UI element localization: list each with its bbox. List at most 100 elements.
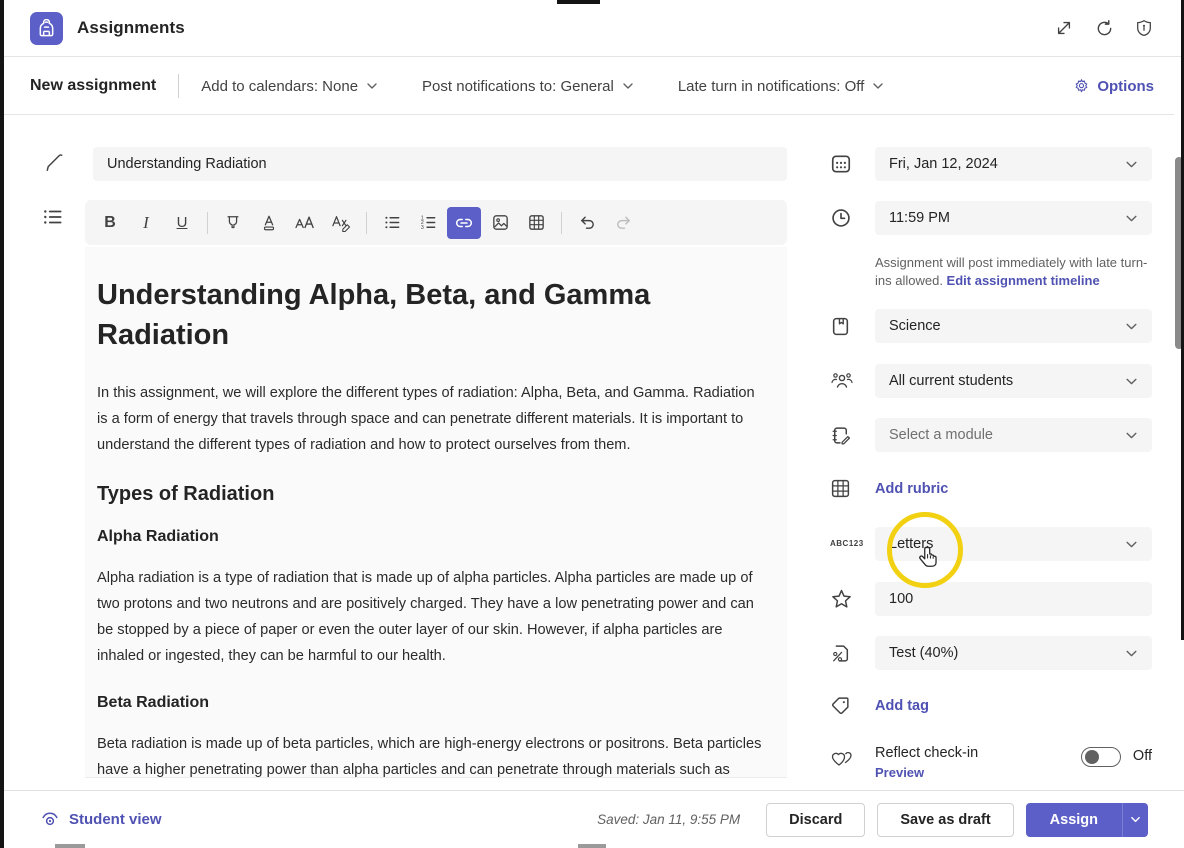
page-title: Assignments	[77, 18, 185, 38]
frame-mark-bottom-1	[55, 844, 85, 848]
divider	[178, 74, 179, 98]
timeline-note: Assignment will post immediately with la…	[875, 254, 1152, 289]
assignments-app-icon	[30, 12, 63, 45]
reflect-hearts-icon	[830, 748, 875, 780]
clock-icon	[830, 207, 875, 229]
footer-bar: Student view Saved: Jan 11, 9:55 PM Disc…	[0, 790, 1184, 848]
student-view-button[interactable]: Student view	[40, 810, 162, 830]
options-button[interactable]: Options	[1073, 78, 1154, 95]
chevron-down-icon	[1125, 212, 1138, 225]
underline-button[interactable]: U	[165, 207, 199, 239]
module-dropdown[interactable]: Select a module	[875, 418, 1152, 452]
refresh-icon[interactable]	[1092, 16, 1116, 40]
chevron-down-icon	[872, 80, 884, 92]
privacy-shield-icon[interactable]	[1132, 16, 1156, 40]
chevron-down-icon	[1125, 320, 1138, 333]
doc-heading-alpha: Alpha Radiation	[97, 528, 763, 546]
doc-alpha-paragraph: Alpha radiation is a type of radiation t…	[97, 566, 763, 670]
chevron-down-icon	[622, 80, 634, 92]
document-outline-icon[interactable]	[42, 206, 64, 228]
tag-icon	[830, 695, 875, 716]
assign-button[interactable]: Assign	[1026, 803, 1122, 837]
discard-button[interactable]: Discard	[766, 803, 865, 837]
insert-image-button[interactable]	[483, 207, 517, 239]
reflect-check-in-label: Reflect check-in	[875, 745, 978, 761]
weight-row: Test (40%)	[830, 636, 1152, 670]
grading-scheme-dropdown[interactable]: Letters	[875, 527, 1152, 561]
assignment-instructions-editor[interactable]: Understanding Alpha, Beta, and Gamma Rad…	[85, 247, 787, 778]
insert-link-button[interactable]	[447, 207, 481, 239]
edit-title-icon	[44, 153, 65, 174]
add-rubric-row[interactable]: Add rubric	[830, 478, 1152, 499]
due-time-dropdown[interactable]: 11:59 PM	[875, 201, 1152, 235]
add-to-calendars-dropdown[interactable]: Add to calendars: None	[201, 78, 378, 95]
class-notebook-icon	[830, 316, 875, 337]
doc-heading-beta: Beta Radiation	[97, 694, 763, 712]
insert-table-button[interactable]	[519, 207, 553, 239]
redo-button[interactable]	[606, 207, 640, 239]
grade-weight-icon	[830, 643, 875, 664]
save-as-draft-button[interactable]: Save as draft	[877, 803, 1013, 837]
chevron-down-icon	[1125, 538, 1138, 551]
expand-icon[interactable]	[1052, 16, 1076, 40]
points-star-icon	[830, 588, 875, 611]
doc-beta-paragraph: Beta radiation is made up of beta partic…	[97, 732, 763, 778]
grading-scheme-icon: ABC 123	[830, 540, 875, 549]
italic-button[interactable]: I	[129, 207, 163, 239]
frame-mark-bottom-2	[578, 844, 606, 848]
frame-border-top-segment	[557, 0, 600, 4]
backpack-icon	[37, 19, 56, 38]
bold-button[interactable]: B	[93, 207, 127, 239]
assign-to-dropdown[interactable]: All current students	[875, 364, 1152, 398]
due-date-dropdown[interactable]: Fri, Jan 12, 2024	[875, 147, 1152, 181]
add-tag-link[interactable]: Add tag	[875, 698, 929, 714]
post-notifications-dropdown[interactable]: Post notifications to: General	[422, 78, 634, 95]
doc-heading-1: Understanding Alpha, Beta, and Gamma Rad…	[97, 275, 763, 355]
chevron-down-icon	[1125, 647, 1138, 660]
svg-text:3: 3	[420, 225, 423, 231]
reflect-preview-link[interactable]: Preview	[875, 765, 978, 780]
chevron-down-icon	[1125, 429, 1138, 442]
doc-heading-2: Types of Radiation	[97, 483, 763, 506]
saved-timestamp: Saved: Jan 11, 9:55 PM	[597, 812, 740, 827]
chevron-down-icon	[1130, 814, 1141, 825]
options-label: Options	[1097, 78, 1154, 95]
font-color-button[interactable]	[252, 207, 286, 239]
highlighter-button[interactable]	[216, 207, 250, 239]
clear-formatting-button[interactable]	[324, 207, 358, 239]
assignment-title-input[interactable]	[93, 147, 787, 181]
font-size-button[interactable]	[288, 207, 322, 239]
calendar-icon	[830, 153, 875, 175]
add-tag-row[interactable]: Add tag	[830, 695, 1152, 716]
reflect-toggle[interactable]	[1081, 747, 1121, 767]
assign-split-button[interactable]: Assign	[1026, 803, 1148, 837]
module-row: Select a module	[830, 418, 1152, 452]
doc-intro-paragraph: In this assignment, we will explore the …	[97, 381, 763, 459]
rubric-grid-icon	[830, 478, 875, 499]
class-dropdown[interactable]: Science	[875, 309, 1152, 343]
divider	[561, 212, 562, 234]
points-input[interactable]: 100	[875, 582, 1152, 616]
chevron-down-icon	[1125, 158, 1138, 171]
late-turn-in-dropdown[interactable]: Late turn in notifications: Off	[678, 78, 885, 95]
due-time-row: 11:59 PM	[830, 201, 1152, 235]
module-icon	[830, 425, 875, 446]
chevron-down-icon	[1125, 375, 1138, 388]
numbered-list-button[interactable]: 123	[411, 207, 445, 239]
students-row: All current students	[830, 364, 1152, 398]
assign-more-options[interactable]	[1122, 803, 1148, 837]
divider	[366, 212, 367, 234]
points-row: 100	[830, 582, 1152, 616]
class-row: Science	[830, 309, 1152, 343]
gear-icon	[1073, 78, 1090, 95]
student-view-label: Student view	[69, 811, 162, 828]
undo-button[interactable]	[570, 207, 604, 239]
command-bar: New assignment Add to calendars: None Po…	[0, 58, 1184, 115]
add-rubric-link[interactable]: Add rubric	[875, 481, 948, 497]
formatting-toolbar: B I U 123	[85, 200, 787, 245]
grading-scheme-row: ABC 123 Letters	[830, 527, 1152, 561]
app-header: Assignments	[0, 0, 1184, 57]
grade-category-dropdown[interactable]: Test (40%)	[875, 636, 1152, 670]
edit-assignment-timeline-link[interactable]: Edit assignment timeline	[947, 273, 1100, 288]
bullet-list-button[interactable]	[375, 207, 409, 239]
